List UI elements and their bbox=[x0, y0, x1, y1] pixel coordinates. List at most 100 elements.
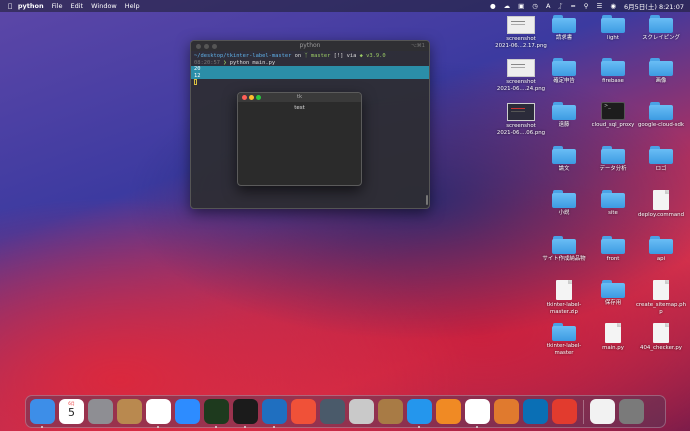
status-cloud-icon[interactable]: ☁ bbox=[504, 2, 511, 10]
terminal-cursor bbox=[194, 79, 197, 86]
dock-separator bbox=[583, 399, 584, 424]
python-launcher-icon[interactable] bbox=[465, 399, 490, 428]
desktop-icon-label: ロゴ bbox=[655, 166, 667, 172]
dock: 6月 5 bbox=[25, 395, 666, 428]
running-indicator bbox=[215, 426, 217, 428]
folder-icon bbox=[649, 58, 673, 76]
desktop-icon[interactable]: 404_checker.py bbox=[626, 323, 690, 352]
vscode-icon[interactable] bbox=[262, 399, 287, 428]
minimize-icon[interactable] bbox=[204, 44, 209, 49]
running-indicator bbox=[418, 426, 420, 428]
menu-app-name[interactable]: python bbox=[18, 2, 44, 10]
document-file-icon bbox=[653, 280, 669, 300]
prompt-via: via bbox=[346, 53, 357, 59]
menu-window[interactable]: Window bbox=[91, 2, 117, 10]
archive-utility-icon[interactable] bbox=[378, 399, 403, 424]
git-branch-icon: ᛉ bbox=[304, 53, 308, 59]
desktop-icon[interactable]: api bbox=[626, 236, 690, 263]
terminal-content[interactable]: ~/desktop/tkinter-label-master on ᛉ mast… bbox=[191, 51, 429, 90]
prompt-line: ~/desktop/tkinter-label-master on ᛉ mast… bbox=[194, 53, 426, 60]
document-icon[interactable] bbox=[590, 399, 615, 424]
terminal-title: python bbox=[299, 42, 321, 49]
status-box-icon[interactable]: ▣ bbox=[518, 2, 524, 10]
chrome-icon[interactable] bbox=[146, 399, 171, 428]
desktop-icon[interactable]: deploy.command bbox=[626, 190, 690, 219]
close-icon[interactable] bbox=[242, 95, 247, 100]
prompt-time: 08:20:57 bbox=[194, 59, 220, 66]
running-indicator bbox=[244, 426, 246, 428]
folder-icon bbox=[552, 102, 576, 120]
zoom-icon[interactable] bbox=[175, 399, 200, 424]
folder-icon bbox=[552, 190, 576, 208]
sequel-pro-icon[interactable] bbox=[349, 399, 374, 424]
folder-icon bbox=[552, 15, 576, 33]
siri-icon[interactable]: ◉ bbox=[610, 2, 616, 10]
swift-playgrounds-icon[interactable] bbox=[291, 399, 316, 424]
running-indicator bbox=[41, 426, 43, 428]
apple-icon[interactable]:  bbox=[8, 2, 12, 10]
tk-titlebar[interactable]: tk bbox=[238, 93, 361, 102]
folder-icon bbox=[552, 323, 576, 341]
wifi-icon[interactable]: ≈ bbox=[570, 2, 575, 10]
terminal-scrollbar[interactable] bbox=[426, 195, 428, 205]
desktop-icon[interactable]: スクレイピング bbox=[626, 15, 690, 42]
status-clock-icon[interactable]: ◷ bbox=[532, 2, 538, 10]
folder-icon bbox=[649, 146, 673, 164]
document-file-icon bbox=[653, 323, 669, 343]
prompt-on: on bbox=[294, 53, 302, 59]
control-center-icon[interactable]: ☰ bbox=[597, 2, 603, 10]
clock-icon[interactable] bbox=[552, 399, 577, 424]
folder-icon bbox=[649, 102, 673, 120]
zoom-icon[interactable] bbox=[256, 95, 261, 100]
menu-edit[interactable]: Edit bbox=[71, 2, 84, 10]
prompt-arrow-icon: ❯ bbox=[223, 59, 227, 66]
prompt-path: ~/desktop/tkinter-label-master bbox=[194, 53, 292, 59]
quicktime-icon[interactable] bbox=[320, 399, 345, 424]
menu-help[interactable]: Help bbox=[125, 2, 140, 10]
desktop-icon-label: 画像 bbox=[655, 78, 667, 84]
calendar-icon[interactable]: 6月 5 bbox=[59, 399, 84, 424]
minimize-icon[interactable] bbox=[249, 95, 254, 100]
activity-monitor-icon[interactable] bbox=[204, 399, 229, 428]
folder-icon bbox=[649, 236, 673, 254]
status-circle-icon[interactable]: ● bbox=[490, 2, 496, 10]
desktop-icon-label: 404_checker.py bbox=[640, 345, 682, 351]
folder-icon bbox=[601, 58, 625, 76]
trash-icon[interactable] bbox=[619, 399, 644, 424]
tk-window[interactable]: tk test bbox=[237, 92, 362, 186]
terminal-icon[interactable] bbox=[233, 399, 258, 428]
search-icon[interactable]: ⚲ bbox=[584, 2, 589, 10]
close-icon[interactable] bbox=[196, 44, 201, 49]
document-file-icon bbox=[556, 280, 572, 300]
prompt-python-version: v3.9.0 bbox=[366, 53, 386, 59]
folder-icon bbox=[552, 236, 576, 254]
status-area: ● ☁ ▣ ◷ A ᛢ ≈ ⚲ ☰ ◉ 6月5日(土) 8:21:07 bbox=[490, 1, 684, 11]
folder-icon bbox=[601, 146, 625, 164]
docker-icon[interactable] bbox=[407, 399, 432, 428]
input-method-icon[interactable]: A bbox=[546, 2, 550, 10]
sourcetree-icon[interactable] bbox=[436, 399, 461, 424]
arduino-icon[interactable] bbox=[523, 399, 548, 424]
document-file-icon bbox=[653, 190, 669, 210]
finder-icon[interactable] bbox=[30, 399, 55, 428]
zoom-icon[interactable] bbox=[212, 44, 217, 49]
folder-icon bbox=[552, 58, 576, 76]
document-file-icon bbox=[605, 323, 621, 343]
bluetooth-icon[interactable]: ᛢ bbox=[558, 2, 562, 10]
desktop-icon[interactable]: google-cloud-sdk bbox=[626, 102, 690, 129]
desktop-icon[interactable]: 画像 bbox=[626, 58, 690, 85]
tk-title: tk bbox=[296, 94, 303, 100]
menu-clock[interactable]: 6月5日(土) 8:21:07 bbox=[624, 1, 684, 11]
contacts-icon[interactable] bbox=[117, 399, 142, 424]
desktop-icon-label: google-cloud-sdk bbox=[637, 122, 685, 128]
terminal-titlebar[interactable]: python ⌥⌘1 bbox=[191, 41, 429, 51]
output-line: 20 bbox=[191, 66, 429, 73]
desktop-icon[interactable]: ロゴ bbox=[626, 146, 690, 173]
prompt-branch-status: [!] bbox=[333, 53, 344, 59]
folder-icon bbox=[601, 15, 625, 33]
desktop-icon[interactable]: create_sitemap.ph p bbox=[626, 280, 690, 315]
preview-icon[interactable] bbox=[494, 399, 519, 424]
system-preferences-icon[interactable] bbox=[88, 399, 113, 424]
menu-file[interactable]: File bbox=[52, 2, 63, 10]
python-icon: ◆ bbox=[359, 53, 363, 59]
